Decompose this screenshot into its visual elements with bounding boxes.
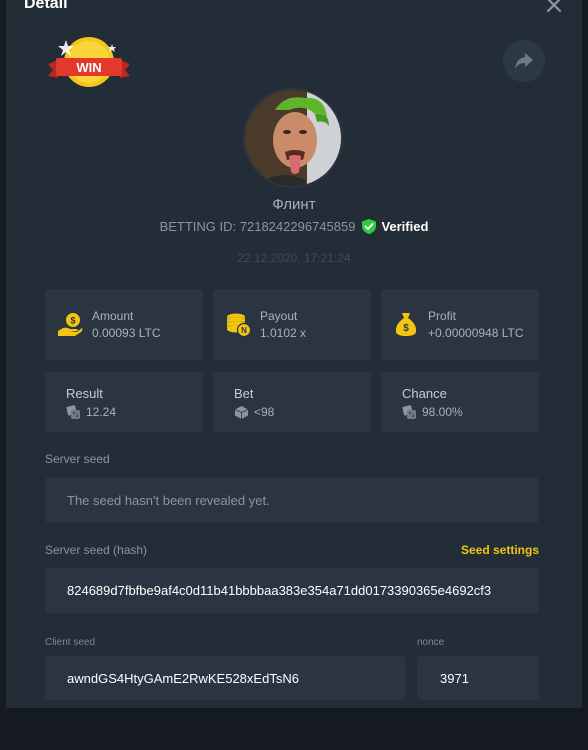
bet-label: Bet [234, 386, 254, 401]
chance-label: Chance [402, 386, 447, 401]
result-label: Result [66, 386, 103, 401]
username: Флинт [272, 196, 316, 213]
profit-card: $ Profit +0.00000948 LTC [381, 289, 539, 360]
svg-text:$: $ [403, 323, 409, 334]
profit-value: +0.00000948 LTC [428, 326, 524, 340]
backdrop [0, 708, 588, 750]
bet-card: Bet <98 [213, 372, 371, 432]
payout-label: Payout [260, 309, 298, 323]
result-card: Result 12.24 [45, 372, 203, 432]
amount-label: Amount [92, 309, 134, 323]
dice-icon [66, 405, 80, 419]
shield-check-icon [362, 219, 377, 234]
server-seed-hash-field[interactable]: 824689d7fbfbe9af4c0d11b41bbbbaa383e354a7… [45, 568, 539, 613]
betting-id: BETTING ID: 7218242296745859 [159, 219, 356, 234]
bet-value: <98 [254, 405, 275, 419]
close-icon[interactable] [544, 0, 564, 15]
svg-text:$: $ [70, 316, 75, 326]
bet-date: 22.12.2020, 17:21:24 [237, 251, 351, 265]
profit-label: Profit [428, 309, 457, 323]
verified-badge: Verified [361, 218, 428, 235]
betting-id-row: BETTING ID: 7218242296745859 Verified [6, 218, 582, 235]
detail-modal: Detail WIN Флинт BETTING ID: 72182422967… [6, 0, 582, 708]
amount-value: 0.00093 LTC [92, 326, 161, 340]
client-seed-field[interactable]: awndGS4HtyGAmE2RwKE528xEdTsN6 [45, 656, 406, 700]
dice-icon [234, 406, 249, 419]
avatar [243, 88, 343, 188]
hand-coin-icon: $ [58, 313, 83, 336]
svg-text:N: N [241, 326, 247, 335]
chance-value: 98.00% [422, 405, 463, 419]
payout-card: N Payout 1.0102 x [213, 289, 371, 360]
win-badge-text: WIN [76, 60, 102, 75]
nonce-label: nonce [417, 637, 445, 648]
chance-card: Chance 98.00% [381, 372, 539, 432]
seed-settings-link[interactable]: Seed settings [461, 543, 539, 557]
server-seed-field: The seed hasn't been revealed yet. [45, 477, 539, 523]
backdrop [582, 0, 588, 750]
result-value: 12.24 [86, 405, 117, 419]
dice-icon [402, 405, 416, 419]
amount-card: $ Amount 0.00093 LTC [45, 289, 203, 360]
share-button[interactable] [503, 40, 545, 82]
modal-title: Detail [24, 0, 68, 12]
verified-label: Verified [381, 219, 429, 234]
coin-stack-icon: N [227, 313, 251, 337]
nonce-field[interactable]: 3971 [417, 656, 539, 700]
money-bag-icon: $ [395, 313, 417, 336]
payout-value: 1.0102 x [260, 326, 307, 340]
server-seed-hash-label: Server seed (hash) [45, 543, 148, 557]
server-seed-label: Server seed [45, 452, 110, 466]
share-icon [515, 53, 533, 69]
win-badge: WIN [44, 34, 130, 92]
client-seed-label: Client seed [45, 637, 96, 648]
